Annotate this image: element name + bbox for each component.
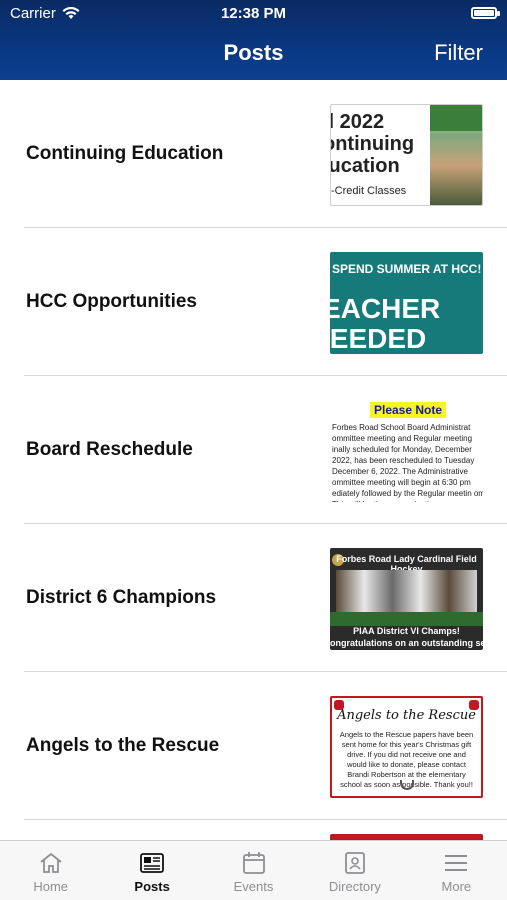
newspaper-icon	[139, 851, 165, 875]
contact-card-icon	[342, 851, 368, 875]
post-title: Angels to the Rescue	[26, 734, 220, 756]
post-thumbnail: ll 2022 ontinuing lucation -Credit Class…	[330, 104, 483, 206]
tab-events[interactable]: Events	[203, 841, 304, 900]
tab-bar: Home Posts Events Directory More	[0, 840, 507, 900]
tab-posts[interactable]: Posts	[101, 841, 202, 900]
status-time: 12:38 PM	[220, 5, 287, 22]
thumb-heading: ll 2022 ontinuing lucation	[330, 111, 415, 177]
post-row[interactable]: Board Reschedule Please Note Forbes Road…	[24, 376, 507, 524]
thumb-caption-secondary: ongratulations on an outstanding season	[330, 638, 483, 648]
tab-home[interactable]: Home	[0, 841, 101, 900]
tab-directory[interactable]: Directory	[304, 841, 405, 900]
thumb-body-text: Forbes Road School Board Administrat omm…	[332, 423, 483, 502]
logo-bar	[430, 105, 482, 131]
status-bar: Carrier 12:38 PM	[0, 0, 507, 28]
post-row[interactable]	[24, 820, 507, 840]
field-grass	[330, 612, 483, 626]
post-row[interactable]: Angels to the Rescue Angels to the Rescu…	[24, 672, 507, 820]
home-icon	[38, 851, 64, 875]
thumb-heading: Angels to the Rescue	[337, 708, 476, 723]
post-thumbnail: Please Note Forbes Road School Board Adm…	[330, 400, 483, 502]
tab-label: Events	[233, 879, 274, 894]
tab-more[interactable]: More	[406, 841, 507, 900]
battery-icon	[471, 7, 500, 19]
post-title: Continuing Education	[26, 142, 224, 164]
menu-icon	[443, 851, 469, 875]
calendar-icon	[241, 851, 267, 875]
post-thumbnail: Angels to the Rescue Angels to the Rescu…	[330, 696, 483, 798]
tab-label: Directory	[328, 879, 381, 894]
post-title: HCC Opportunities	[26, 290, 197, 312]
thumb-caption: PIAA District VI Champs!	[353, 626, 460, 636]
post-row[interactable]: Continuing Education ll 2022 ontinuing l…	[24, 80, 507, 228]
posts-list[interactable]: Continuing Education ll 2022 ontinuing l…	[0, 80, 507, 840]
post-thumbnail: Forbes Road Lady Cardinal Field Hockey P…	[330, 548, 483, 650]
thumb-note-badge: Please Note	[370, 402, 447, 418]
tab-label: Home	[33, 879, 69, 894]
filter-button[interactable]: Filter	[434, 40, 483, 66]
app-header: Carrier 12:38 PM Posts Filter	[0, 0, 507, 80]
post-row[interactable]: District 6 Champions Forbes Road Lady Ca…	[24, 524, 507, 672]
tab-label: More	[441, 879, 472, 894]
post-thumbnail: SPEND SUMMER AT HCC! EACHER IEEDED	[330, 252, 483, 354]
thumb-headline: EACHER IEEDED	[330, 293, 441, 354]
post-title: Board Reschedule	[26, 438, 193, 460]
page-title: Posts	[223, 40, 284, 65]
post-title: District 6 Champions	[26, 586, 217, 608]
thumb-tagline: SPEND SUMMER AT HCC!	[332, 262, 482, 276]
thumb-subtitle: -Credit Classes	[331, 185, 407, 197]
tab-label: Posts	[134, 879, 170, 894]
post-row[interactable]: HCC Opportunities SPEND SUMMER AT HCC! E…	[24, 228, 507, 376]
